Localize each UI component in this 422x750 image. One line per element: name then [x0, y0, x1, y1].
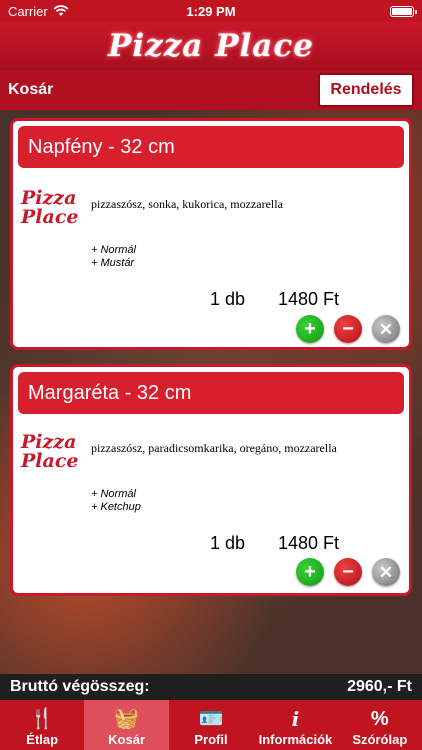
- tab-label: Szórólap: [352, 732, 408, 747]
- app-header: Pizza Place: [0, 22, 422, 70]
- id-card-icon: 🪪: [198, 708, 224, 730]
- tab-label: Profil: [194, 732, 228, 747]
- minus-icon[interactable]: −: [334, 558, 362, 586]
- cart-item-ingredients: pizzaszósz, paradicsomkarika, oregáno, m…: [91, 441, 337, 455]
- total-label: Bruttó végösszeg:: [10, 678, 150, 695]
- tab-etlap[interactable]: 🍴 Étlap: [0, 700, 84, 750]
- total-value: 2960,- Ft: [347, 678, 412, 695]
- cart-list[interactable]: Napfény - 32 cm Pizza Place pizzaszósz, …: [0, 110, 422, 674]
- plus-icon[interactable]: +: [296, 315, 324, 343]
- page-title: Kosár: [8, 81, 54, 98]
- fork-knife-icon: 🍴: [29, 708, 55, 730]
- tab-bar: 🍴 Étlap 🧺 Kosár 🪪 Profil i Információk %…: [0, 700, 422, 750]
- cart-item-ingredients: pizzaszósz, sonka, kukorica, mozzarella: [91, 197, 283, 211]
- tab-szorolap[interactable]: % Szórólap: [338, 700, 422, 750]
- tab-label: Kosár: [108, 732, 146, 747]
- carrier-label: Carrier: [8, 3, 48, 19]
- cart-item-options: + Normál + Ketchup: [91, 488, 141, 514]
- wifi-icon: [53, 5, 69, 16]
- logo-text: Pizza Place: [21, 187, 79, 228]
- logo-text: Pizza Place: [21, 431, 79, 472]
- option-line: + Normál: [91, 488, 136, 500]
- order-button[interactable]: Rendelés: [318, 73, 414, 107]
- percent-icon: %: [370, 708, 389, 730]
- status-bar: Carrier 1:29 PM: [0, 0, 422, 22]
- cart-item-title: Napfény - 32 cm: [18, 126, 404, 168]
- close-icon[interactable]: ✕: [372, 315, 400, 343]
- option-line: + Normál: [91, 244, 136, 256]
- toolbar: Kosár Rendelés: [0, 70, 422, 110]
- tab-profil[interactable]: 🪪 Profil: [169, 700, 253, 750]
- cart-item: Margaréta - 32 cm Pizza Place pizzaszósz…: [10, 364, 412, 596]
- option-line: + Ketchup: [91, 501, 141, 513]
- cart-item-options: + Normál + Mustár: [91, 244, 136, 270]
- cart-item-price: 1480 Ft: [277, 533, 339, 553]
- option-line: + Mustár: [91, 257, 135, 269]
- info-icon: i: [291, 707, 300, 731]
- basket-icon: 🧺: [114, 708, 140, 730]
- tab-kosar[interactable]: 🧺 Kosár: [84, 700, 169, 750]
- close-icon[interactable]: ✕: [372, 558, 400, 586]
- total-bar: Bruttó végösszeg: 2960,- Ft: [0, 674, 422, 700]
- tab-label: Információk: [258, 732, 333, 747]
- battery-icon: [390, 5, 417, 17]
- app-logo-title: Pizza Place: [108, 28, 314, 64]
- cart-item-title: Margaréta - 32 cm: [18, 372, 404, 414]
- tab-informaciok[interactable]: i Információk: [253, 700, 337, 750]
- pizza-place-logo: Pizza Place: [21, 189, 85, 227]
- pizza-place-logo: Pizza Place: [21, 433, 85, 471]
- plus-icon[interactable]: +: [296, 558, 324, 586]
- cart-item-price: 1480 Ft: [277, 289, 339, 309]
- cart-item-quantity: 1 db: [209, 289, 245, 309]
- minus-icon[interactable]: −: [334, 315, 362, 343]
- cart-item: Napfény - 32 cm Pizza Place pizzaszósz, …: [10, 118, 412, 350]
- tab-label: Étlap: [26, 732, 59, 747]
- cart-item-quantity: 1 db: [209, 533, 245, 553]
